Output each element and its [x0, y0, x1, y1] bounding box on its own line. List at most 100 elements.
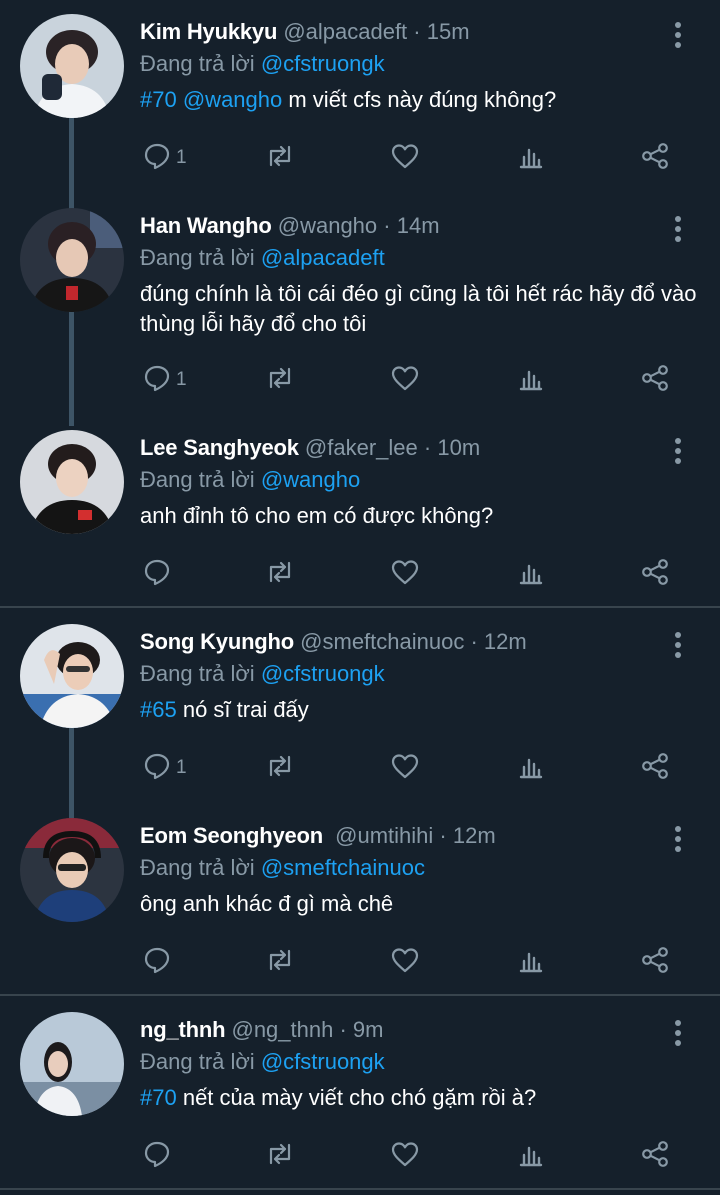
avatar[interactable]: [20, 818, 124, 922]
retweet-button[interactable]: [265, 945, 295, 979]
share-button[interactable]: [640, 751, 670, 785]
reply-button[interactable]: [142, 1139, 176, 1173]
share-button[interactable]: [640, 141, 670, 175]
replying-to-mention[interactable]: @smeftchainuoc: [261, 855, 425, 880]
like-button[interactable]: [390, 363, 420, 397]
replying-to-label: Đang trả lời: [140, 855, 255, 880]
reply-icon: [142, 557, 172, 592]
analytics-button[interactable]: [516, 945, 546, 979]
replying-to-mention[interactable]: @cfstruongk: [261, 1049, 385, 1074]
timestamp[interactable]: 15m: [427, 19, 470, 44]
hashtag-link[interactable]: #70: [140, 1085, 177, 1110]
user-handle[interactable]: @wangho: [278, 213, 377, 238]
avatar[interactable]: [20, 1012, 124, 1116]
tweet-header: Lee Sanghyeok @faker_lee · 10m: [140, 434, 480, 462]
hashtag-link[interactable]: #70: [140, 87, 177, 112]
analytics-button[interactable]: [516, 1139, 546, 1173]
analytics-button[interactable]: [516, 141, 546, 175]
timestamp[interactable]: 10m: [437, 435, 480, 460]
retweet-icon: [265, 751, 295, 786]
analytics-icon: [516, 141, 546, 176]
tweet-divider: [0, 606, 720, 608]
display-name[interactable]: Han Wangho: [140, 213, 272, 238]
retweet-button[interactable]: [265, 557, 295, 591]
avatar[interactable]: [20, 14, 124, 118]
user-handle[interactable]: @ng_thnh: [231, 1017, 333, 1042]
share-button[interactable]: [640, 557, 670, 591]
tweet-text: #70 @wangho m viết cfs này đúng không?: [140, 85, 700, 115]
tweet-text: anh đỉnh tô cho em có được không?: [140, 501, 700, 531]
retweet-button[interactable]: [265, 141, 295, 175]
analytics-button[interactable]: [516, 557, 546, 591]
timestamp[interactable]: 9m: [353, 1017, 384, 1042]
retweet-button[interactable]: [265, 1139, 295, 1173]
replying-to-label: Đang trả lời: [140, 661, 255, 686]
more-options-icon[interactable]: [670, 216, 686, 246]
mention-link[interactable]: @wangho: [183, 87, 282, 112]
tweet-header: Kim Hyukkyu @alpacadeft · 15m: [140, 18, 470, 46]
display-name[interactable]: Lee Sanghyeok: [140, 435, 299, 460]
like-icon: [390, 945, 420, 980]
separator-dot: ·: [470, 629, 478, 654]
retweet-button[interactable]: [265, 363, 295, 397]
display-name[interactable]: Eom Seonghyeon: [140, 823, 323, 848]
share-button[interactable]: [640, 363, 670, 397]
more-options-icon[interactable]: [670, 438, 686, 468]
user-handle[interactable]: @smeftchainuoc: [300, 629, 464, 654]
action-bar: 1: [0, 363, 720, 397]
reply-button[interactable]: 1: [142, 141, 187, 175]
like-button[interactable]: [390, 557, 420, 591]
replying-to: Đang trả lời @cfstruongk: [140, 1048, 385, 1076]
reply-icon: [142, 751, 172, 786]
tweet[interactable]: ng_thnh @ng_thnh · 9m Đang trả lời @cfst…: [0, 998, 720, 1188]
more-options-icon[interactable]: [670, 1020, 686, 1050]
user-handle[interactable]: @umtihihi: [335, 823, 433, 848]
tweet[interactable]: Eom Seonghyeon @umtihihi · 12m Đang trả …: [0, 804, 720, 994]
like-button[interactable]: [390, 751, 420, 785]
display-name[interactable]: ng_thnh: [140, 1017, 226, 1042]
more-options-icon[interactable]: [670, 826, 686, 856]
like-button[interactable]: [390, 945, 420, 979]
share-icon: [640, 557, 670, 592]
analytics-icon: [516, 557, 546, 592]
timestamp[interactable]: 12m: [484, 629, 527, 654]
tweet-header: Song Kyungho @smeftchainuoc · 12m: [140, 628, 527, 656]
display-name[interactable]: Kim Hyukkyu: [140, 19, 277, 44]
replying-to-mention[interactable]: @cfstruongk: [261, 661, 385, 686]
like-button[interactable]: [390, 1139, 420, 1173]
user-handle[interactable]: @faker_lee: [305, 435, 418, 460]
reply-button[interactable]: [142, 557, 176, 591]
tweet-divider: [0, 1188, 720, 1190]
reply-button[interactable]: 1: [142, 363, 187, 397]
like-button[interactable]: [390, 141, 420, 175]
tweet[interactable]: Han Wangho @wangho · 14m Đang trả lời @a…: [0, 194, 720, 414]
share-button[interactable]: [640, 1139, 670, 1173]
replying-to-mention[interactable]: @wangho: [261, 467, 360, 492]
reply-button[interactable]: [142, 945, 176, 979]
replying-to-mention[interactable]: @alpacadeft: [261, 245, 385, 270]
hashtag-link[interactable]: #65: [140, 697, 177, 722]
timestamp[interactable]: 14m: [397, 213, 440, 238]
avatar[interactable]: [20, 430, 124, 534]
tweet[interactable]: Song Kyungho @smeftchainuoc · 12m Đang t…: [0, 610, 720, 804]
avatar[interactable]: [20, 624, 124, 728]
user-handle[interactable]: @alpacadeft: [283, 19, 407, 44]
more-options-icon[interactable]: [670, 22, 686, 52]
replying-to-mention[interactable]: @cfstruongk: [261, 51, 385, 76]
tweet[interactable]: Kim Hyukkyu @alpacadeft · 15m Đang trả l…: [0, 0, 720, 210]
timestamp[interactable]: 12m: [453, 823, 496, 848]
replying-to-label: Đang trả lời: [140, 245, 255, 270]
analytics-icon: [516, 945, 546, 980]
retweet-button[interactable]: [265, 751, 295, 785]
share-button[interactable]: [640, 945, 670, 979]
analytics-button[interactable]: [516, 751, 546, 785]
analytics-button[interactable]: [516, 363, 546, 397]
more-options-icon[interactable]: [670, 632, 686, 662]
tweet-text: #70 nết của mày viết cho chó gặm rồi à?: [140, 1083, 700, 1113]
tweet[interactable]: Lee Sanghyeok @faker_lee · 10m Đang trả …: [0, 416, 720, 606]
retweet-icon: [265, 1139, 295, 1174]
avatar[interactable]: [20, 208, 124, 312]
replying-to-label: Đang trả lời: [140, 1049, 255, 1074]
display-name[interactable]: Song Kyungho: [140, 629, 294, 654]
reply-button[interactable]: 1: [142, 751, 187, 785]
